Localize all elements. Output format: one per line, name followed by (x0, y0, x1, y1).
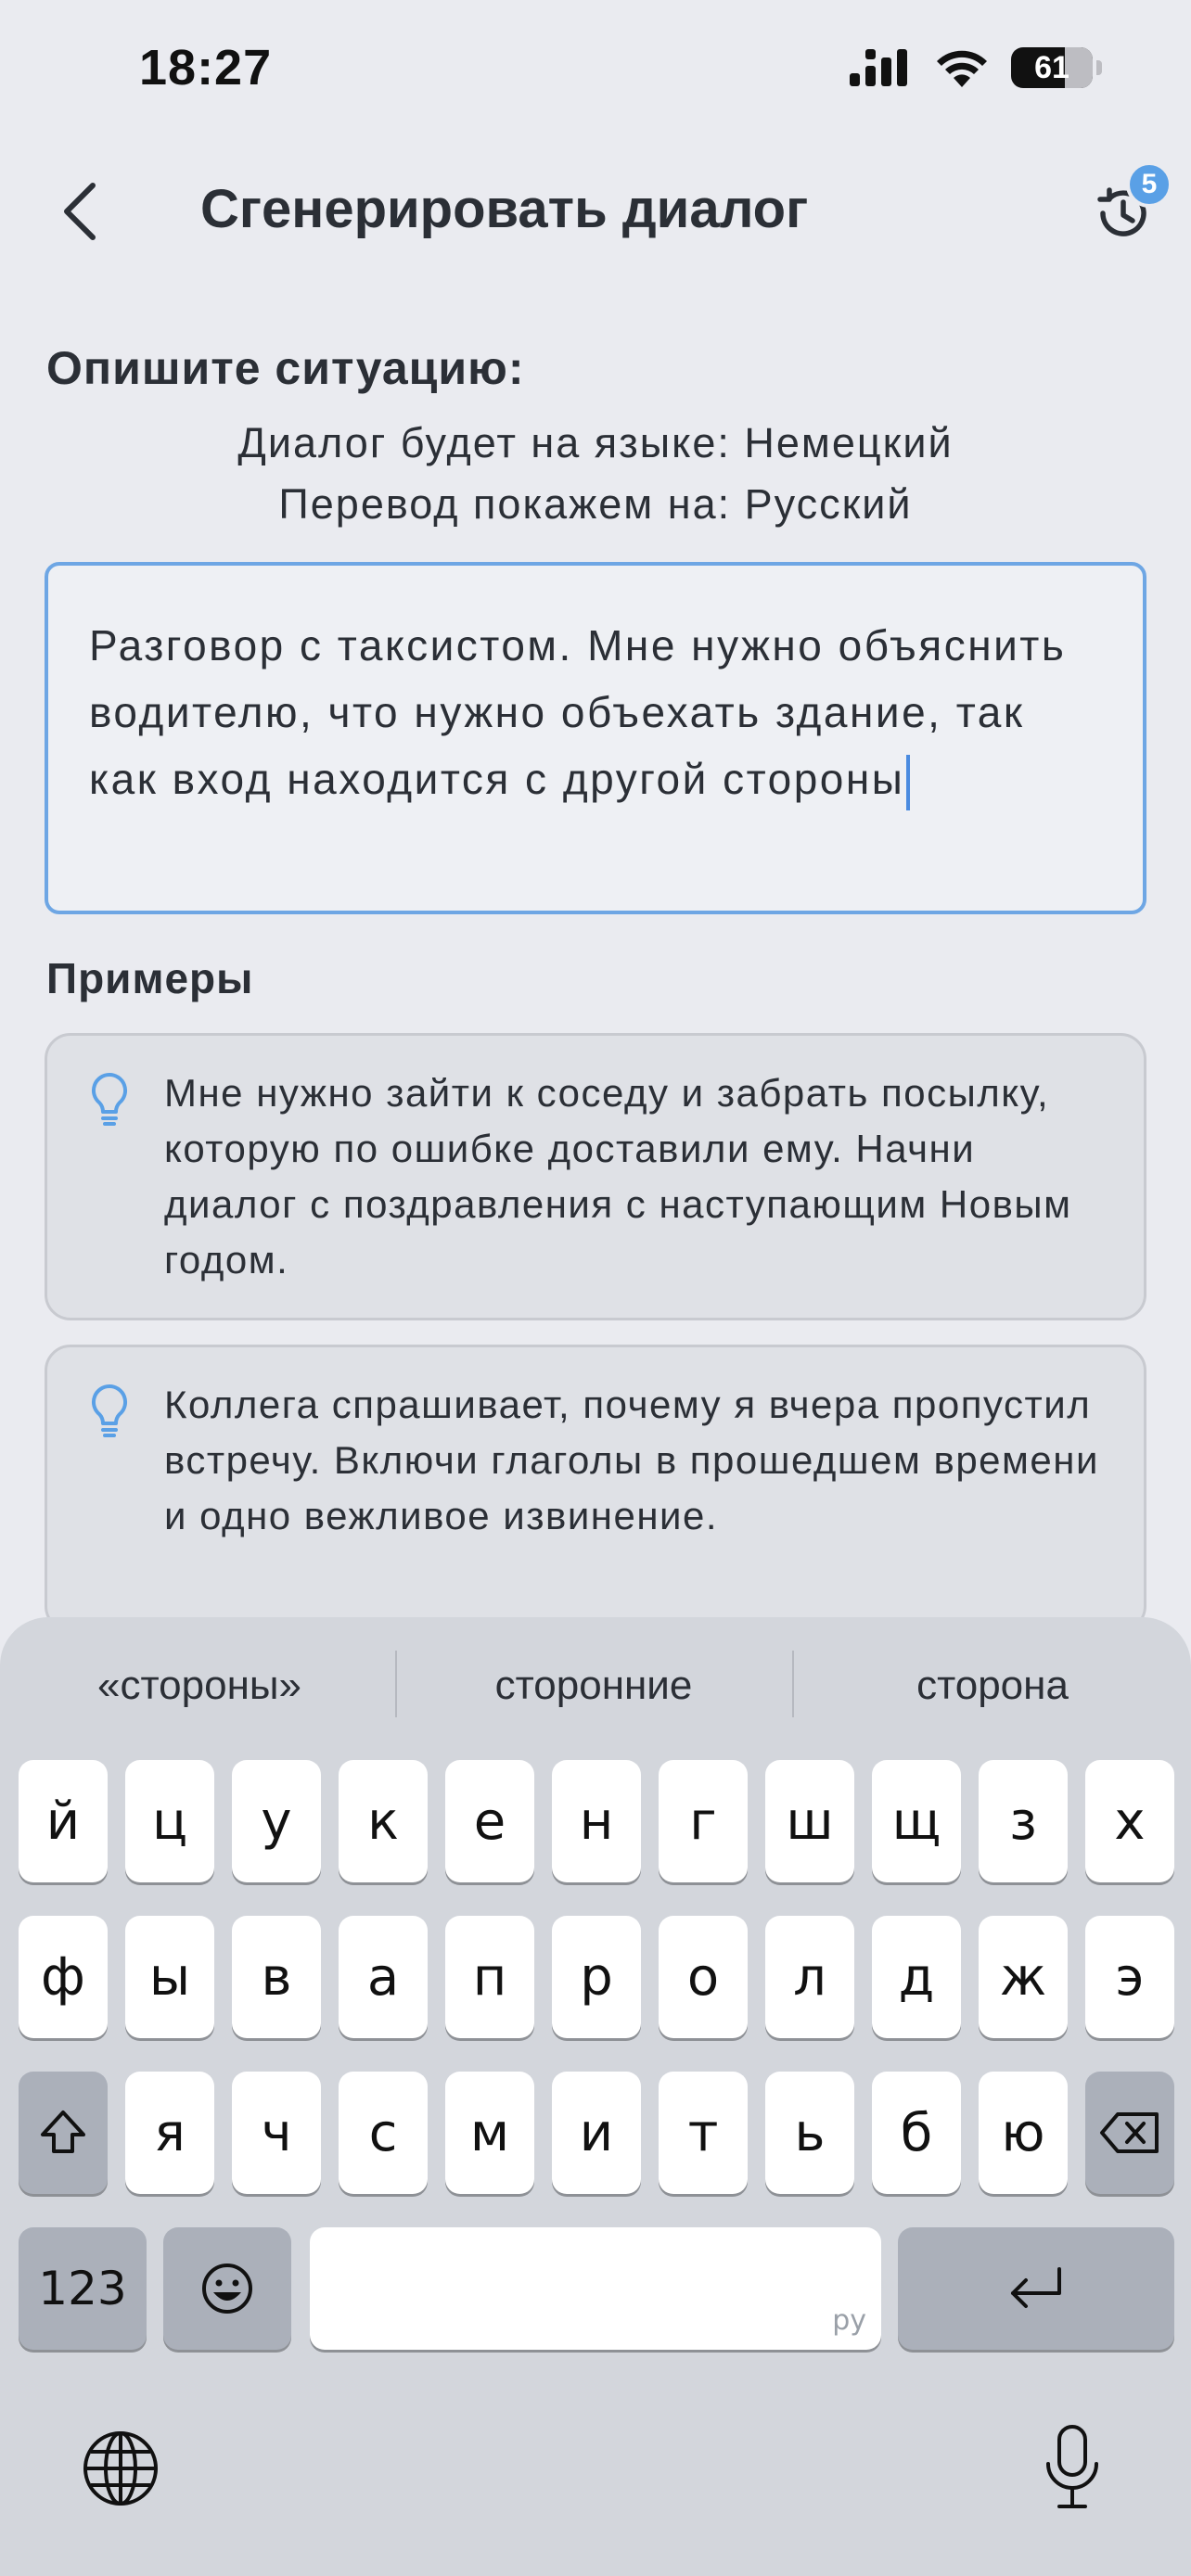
key-ц[interactable]: ц (125, 1760, 214, 1882)
cellular-signal-icon (850, 49, 907, 86)
key-у[interactable]: у (232, 1760, 321, 1882)
key-е[interactable]: е (445, 1760, 534, 1882)
key-ч[interactable]: ч (232, 2072, 321, 2194)
key-к[interactable]: к (339, 1760, 428, 1882)
suggestion-3[interactable]: сторона (807, 1641, 1178, 1730)
key-щ[interactable]: щ (872, 1760, 961, 1882)
key-х[interactable]: х (1085, 1760, 1174, 1882)
key-з[interactable]: з (979, 1760, 1068, 1882)
page-title: Сгенерировать диалог (200, 179, 809, 239)
lightbulb-icon (91, 1072, 128, 1126)
emoji-icon (202, 2264, 252, 2314)
globe-button[interactable] (76, 2424, 165, 2513)
return-key[interactable] (898, 2227, 1174, 2350)
battery-level: 61 (1034, 49, 1069, 85)
example-text: Коллега спрашивает, почему я вчера пропу… (164, 1383, 1099, 1537)
battery-tip (1096, 60, 1102, 75)
return-icon (1011, 2267, 1061, 2308)
battery-icon: 61 (1011, 47, 1093, 88)
key-и[interactable]: и (552, 2072, 641, 2194)
history-count-badge: 5 (1126, 161, 1172, 208)
example-card-2[interactable]: Коллега спрашивает, почему я вчера пропу… (45, 1345, 1146, 1632)
key-н[interactable]: н (552, 1760, 641, 1882)
suggestion-2[interactable]: сторонние (408, 1641, 779, 1730)
key-п[interactable]: п (445, 1916, 534, 2038)
suggestion-divider (792, 1651, 794, 1717)
shift-key[interactable] (19, 2072, 108, 2194)
key-ю[interactable]: ю (979, 2072, 1068, 2194)
key-й[interactable]: й (19, 1760, 108, 1882)
key-ь[interactable]: ь (765, 2072, 854, 2194)
key-о[interactable]: о (659, 1916, 748, 2038)
situation-label: Опишите ситуацию: (46, 342, 525, 394)
example-text: Мне нужно зайти к соседу и забрать посыл… (164, 1071, 1072, 1282)
key-д[interactable]: д (872, 1916, 961, 2038)
lightbulb-icon (91, 1384, 128, 1437)
translation-language-line: Перевод покажем на: Русский (278, 480, 913, 528)
key-а[interactable]: а (339, 1916, 428, 2038)
dialog-language-line: Диалог будет на языке: Немецкий (237, 419, 954, 466)
wifi-icon (937, 50, 987, 87)
key-с[interactable]: с (339, 2072, 428, 2194)
key-р[interactable]: р (552, 1916, 641, 2038)
status-time: 18:27 (139, 40, 273, 96)
situation-input-text: Разговор с таксистом. Мне нужно объяснит… (89, 621, 1067, 803)
back-button[interactable] (52, 174, 108, 249)
space-key[interactable]: ру (310, 2227, 881, 2350)
key-в[interactable]: в (232, 1916, 321, 2038)
numbers-key[interactable]: 123 (19, 2227, 147, 2350)
situation-input[interactable]: Разговор с таксистом. Мне нужно объяснит… (45, 562, 1146, 914)
suggestion-divider (395, 1651, 397, 1717)
key-л[interactable]: л (765, 1916, 854, 2038)
emoji-key[interactable] (163, 2227, 291, 2350)
key-ж[interactable]: ж (979, 1916, 1068, 2038)
key-г[interactable]: г (659, 1760, 748, 1882)
shift-icon (41, 2111, 85, 2153)
microphone-icon (1046, 2425, 1098, 2508)
dictation-button[interactable] (1028, 2417, 1117, 2519)
suggestion-1[interactable]: «стороны» (19, 1641, 380, 1730)
key-ф[interactable]: ф (19, 1916, 108, 2038)
backspace-key[interactable] (1085, 2072, 1174, 2194)
keyboard-language-hint: ру (832, 2304, 866, 2337)
key-б[interactable]: б (872, 2072, 961, 2194)
key-м[interactable]: м (445, 2072, 534, 2194)
key-т[interactable]: т (659, 2072, 748, 2194)
example-card-1[interactable]: Мне нужно зайти к соседу и забрать посыл… (45, 1033, 1146, 1320)
backspace-icon (1100, 2112, 1159, 2153)
text-caret (906, 754, 911, 810)
status-icons: 61 (848, 46, 1102, 89)
key-ы[interactable]: ы (125, 1916, 214, 2038)
key-ш[interactable]: ш (765, 1760, 854, 1882)
key-я[interactable]: я (125, 2072, 214, 2194)
key-э[interactable]: э (1085, 1916, 1174, 2038)
chevron-left-icon (64, 183, 96, 240)
globe-icon (83, 2431, 158, 2506)
examples-label: Примеры (46, 954, 254, 1002)
